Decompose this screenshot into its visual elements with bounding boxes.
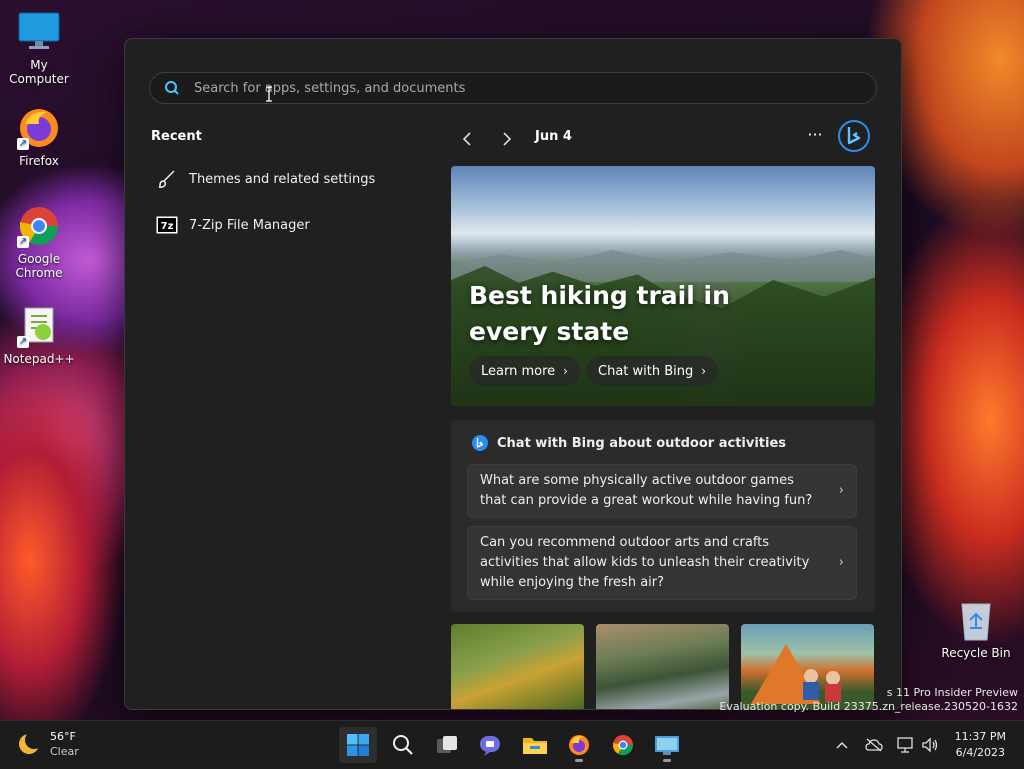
desktop-icon-google-chrome[interactable]: ↗ Google Chrome <box>0 204 78 280</box>
feed-thumbnail-hiker[interactable] <box>451 624 584 709</box>
firefox-icon: ↗ <box>17 106 61 150</box>
speaker-icon <box>922 737 938 753</box>
chat-with-bing-button[interactable]: Chat with Bing › <box>586 356 719 386</box>
cloud-off-icon <box>865 738 883 752</box>
teams-chat-icon <box>480 736 500 756</box>
chat-question-2[interactable]: Can you recommend outdoor arts and craft… <box>467 526 857 600</box>
feed-thumbnail-aerial[interactable] <box>596 624 729 709</box>
running-indicator <box>575 759 583 762</box>
recent-item-label: 7-Zip File Manager <box>189 217 310 233</box>
desktop-icon-firefox[interactable]: ↗ Firefox <box>0 106 78 168</box>
show-hidden-icons-button[interactable] <box>832 735 852 755</box>
taskbar: 56°F Clear 11:37 PM 6/4/2023 <box>0 720 1024 769</box>
chevron-right-icon: › <box>563 364 568 378</box>
chevron-right-icon: › <box>701 364 707 378</box>
chat-question-text: What are some physically active outdoor … <box>480 473 813 508</box>
moon-icon <box>19 731 42 754</box>
clock-time: 11:37 PM <box>954 730 1006 743</box>
windows-logo-icon <box>347 734 369 756</box>
bing-logo-icon[interactable] <box>837 119 871 153</box>
chevron-right-icon: › <box>838 483 844 498</box>
remote-desktop-icon <box>655 736 679 755</box>
feed-date: Jun 4 <box>535 129 572 144</box>
watermark-line-2: Evaluation copy. Build 23375.zn_release.… <box>719 700 1018 713</box>
recycle-bin-icon <box>956 598 996 642</box>
bing-chat-card: Chat with Bing about outdoor activities … <box>451 420 875 612</box>
shortcut-arrow-icon: ↗ <box>17 138 29 150</box>
teams-chat-button[interactable] <box>471 727 509 763</box>
desktop-icon-label: Firefox <box>19 154 59 168</box>
firefox-taskbar-button[interactable] <box>560 727 598 763</box>
recent-item-7zip[interactable]: 7z 7-Zip File Manager <box>155 210 310 240</box>
learn-more-button[interactable]: Learn more › <box>469 356 580 386</box>
chevron-right-icon <box>503 132 512 146</box>
task-view-button[interactable] <box>428 727 466 763</box>
desktop-icon-label: Google Chrome <box>15 252 63 280</box>
hero-image-mountains <box>451 250 875 282</box>
search-box[interactable] <box>149 72 877 104</box>
file-explorer-button[interactable] <box>516 727 554 763</box>
watermark-line-1: s 11 Pro Insider Preview <box>886 686 1018 699</box>
notepad-plus-plus-icon: ↗ <box>17 304 61 348</box>
taskbar-search-button[interactable] <box>384 727 422 763</box>
weather-temp: 56°F <box>50 730 76 743</box>
desktop-icon-label: My Computer <box>9 58 69 86</box>
more-options-button[interactable]: ··· <box>805 125 825 149</box>
7zip-icon: 7z <box>155 213 179 237</box>
desktop-icon-recycle-bin[interactable]: Recycle Bin <box>938 598 1014 660</box>
chat-card-title: Chat with Bing about outdoor activities <box>497 435 787 451</box>
svg-text:7z: 7z <box>161 221 174 232</box>
weather-condition: Clear <box>50 745 79 758</box>
chevron-up-icon <box>836 741 848 749</box>
paintbrush-icon <box>155 167 179 191</box>
search-input[interactable] <box>192 79 876 97</box>
chrome-icon <box>612 735 634 756</box>
monitor-icon <box>17 10 61 54</box>
chevron-left-icon <box>462 132 471 146</box>
clock[interactable]: 11:37 PM 6/4/2023 <box>955 729 1006 761</box>
weather-widget[interactable]: 56°F Clear <box>16 729 79 759</box>
desktop-icon-my-computer[interactable]: My Computer <box>0 10 78 86</box>
clock-date: 6/4/2023 <box>955 746 1006 759</box>
chat-card-header: Chat with Bing about outdoor activities <box>471 434 786 452</box>
recycle-bin-label: Recycle Bin <box>941 646 1011 660</box>
bing-icon <box>472 435 488 451</box>
start-button[interactable] <box>339 727 377 763</box>
network-icon <box>897 737 913 753</box>
text-cursor-icon <box>266 86 272 102</box>
chrome-taskbar-button[interactable] <box>604 727 642 763</box>
feed-forward-button[interactable] <box>495 127 519 151</box>
search-icon <box>165 81 179 95</box>
recent-heading: Recent <box>151 129 202 144</box>
chrome-icon: ↗ <box>17 204 61 248</box>
search-icon <box>393 735 413 755</box>
network-button[interactable] <box>896 735 916 755</box>
feed-back-button[interactable] <box>455 127 479 151</box>
running-indicator <box>663 759 671 762</box>
chevron-right-icon: › <box>838 555 844 570</box>
onedrive-status-button[interactable] <box>864 735 884 755</box>
start-menu: Recent Themes and related settings 7z 7-… <box>124 38 902 710</box>
chat-question-text: Can you recommend outdoor arts and craft… <box>480 535 810 590</box>
task-view-icon <box>437 736 457 753</box>
recent-item-label: Themes and related settings <box>189 171 376 187</box>
remote-desktop-taskbar-button[interactable] <box>648 727 686 763</box>
desktop-icon-label: Notepad++ <box>3 352 75 366</box>
shortcut-arrow-icon: ↗ <box>17 336 29 348</box>
chat-question-1[interactable]: What are some physically active outdoor … <box>467 464 857 518</box>
windows-watermark: s 11 Pro Insider Preview Evaluation copy… <box>719 686 1018 714</box>
folder-icon <box>523 738 547 754</box>
firefox-icon <box>569 735 589 755</box>
hero-title: Best hiking trail in every state <box>469 281 730 346</box>
chat-with-bing-label: Chat with Bing <box>598 363 694 379</box>
volume-button[interactable] <box>920 735 940 755</box>
learn-more-label: Learn more <box>481 363 556 379</box>
desktop-icon-notepad-plus-plus[interactable]: ↗ Notepad++ <box>0 304 78 366</box>
recent-item-themes[interactable]: Themes and related settings <box>155 164 375 194</box>
shortcut-arrow-icon: ↗ <box>17 236 29 248</box>
hero-card[interactable]: Best hiking trail in every state Learn m… <box>451 166 875 406</box>
